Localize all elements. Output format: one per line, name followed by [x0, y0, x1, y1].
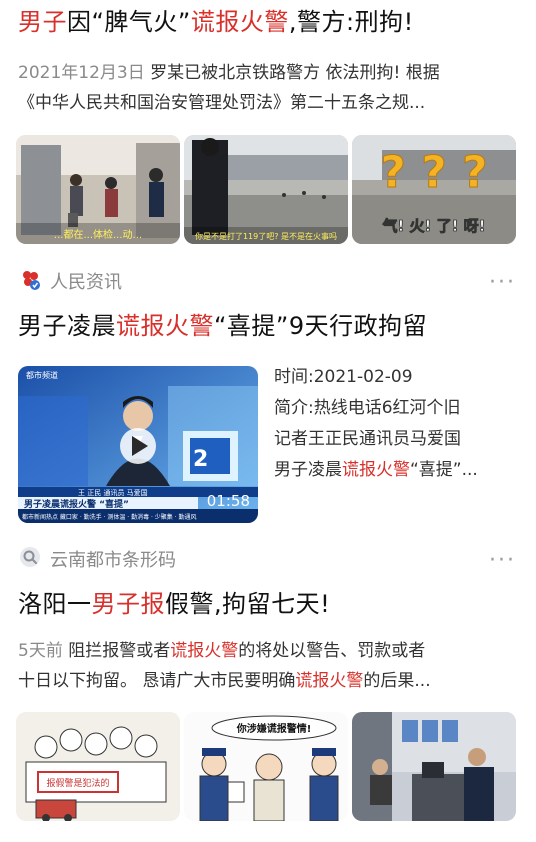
news-title[interactable]: 洛阳一男子报假警,拘留七天! — [18, 588, 523, 620]
protest-sign: 报假警是犯法的 — [46, 777, 109, 789]
thumbnail-row: ...都在...体检...动... 你是不是打了119了吧? 是不是在火事吗 ?… — [16, 135, 516, 244]
speech-bubble: 你涉嫌谎报警情! — [236, 722, 312, 735]
news-title[interactable]: 男子因“脾气火”谎报火警,警方:刑拘! — [18, 6, 523, 38]
video-duration: 01:58 — [207, 492, 250, 510]
source-row[interactable]: 人民资讯 — [18, 268, 122, 294]
news-card-3[interactable]: 云南都市条形码 ··· 洛阳一男子报假警,拘留七天! 5天前 阻拦报警或者谎报火… — [0, 538, 536, 838]
thumbnail-station-square[interactable]: 你是不是打了119了吧? 是不是在火事吗 — [184, 135, 348, 244]
thumbnail-caption: 气! 火! 了! 呀! — [381, 217, 485, 235]
source-name: 人民资讯 — [50, 272, 122, 293]
video-headline: 男子凌晨谎报火警 “喜提” — [24, 498, 129, 510]
title-text: 假警,拘留七天! — [165, 590, 331, 618]
news-title[interactable]: 男子凌晨谎报火警“喜提”9天行政拘留 — [18, 310, 523, 342]
time-label: 时间: — [274, 367, 314, 387]
thumbnail-row: 报假警是犯法的 你涉嫌谎报警情! — [16, 712, 516, 821]
thumbnail-caption: 你是不是打了119了吧? 是不是在火事吗 — [195, 231, 337, 241]
video-thumbnail[interactable]: 都市频道 2 王 正民 通讯员 马爱国 男子凌晨谎报火警 “喜提” 都市新闻热点… — [18, 366, 258, 523]
summary-line: 的后果... — [363, 671, 431, 691]
publish-date: 2021年12月3日 — [18, 63, 145, 83]
title-text: 洛阳一 — [18, 590, 92, 618]
intro-text: 男子凌晨 — [274, 460, 342, 480]
intro-text: 男子凌晨谎报火警“喜提”... — [274, 455, 524, 486]
thumbnail-caption: ...都在...体检...动... — [54, 228, 142, 241]
question-marks: ? ? ? — [380, 147, 487, 198]
summary-line: 罗某已被北京铁路警方 依法刑拘! 根据 — [144, 63, 440, 83]
intro-row: 简介:热线电话6红河个旧 — [274, 393, 524, 424]
news-summary: 2021年12月3日 罗某已被北京铁路警方 依法刑拘! 根据 《中华人民共和国治… — [18, 58, 523, 118]
source-row[interactable]: 云南都市条形码 — [18, 546, 176, 572]
time-row: 时间:2021-02-09 — [274, 362, 524, 393]
title-highlight: 男子报 — [91, 590, 165, 618]
video-ticker: 王 正民 通讯员 马爱国 — [78, 488, 148, 497]
thumbnail-question-marks[interactable]: ? ? ? 气! 火! 了! 呀! — [352, 135, 516, 244]
title-highlight: 男子 — [18, 8, 67, 36]
intro-text: “喜提”... — [410, 460, 478, 480]
thumbnail-cartoon-police[interactable]: 你涉嫌谎报警情! — [184, 712, 348, 821]
summary-line: 十日以下拘留。 恳请广大市民要明确 — [18, 671, 296, 691]
source-logo-icon — [18, 267, 42, 295]
video-corner-number: 2 — [193, 447, 208, 472]
title-text: ,警方:刑拘! — [288, 8, 414, 36]
summary-highlight: 谎报火警 — [295, 671, 364, 691]
intro-highlight: 谎报火警 — [342, 460, 410, 480]
title-text: 男子凌晨 — [18, 312, 116, 340]
summary-highlight: 谎报火警 — [170, 641, 239, 661]
more-options-icon[interactable]: ··· — [489, 272, 516, 294]
summary-line: 《中华人民共和国治安管理处罚法》第二十五条之规... — [18, 93, 426, 113]
news-summary: 5天前 阻拦报警或者谎报火警的将处以警告、罚款或者 十日以下拘留。 恳请广大市民… — [18, 636, 523, 696]
source-name: 云南都市条形码 — [50, 550, 176, 571]
video-bottom-ticker: 都市新闻热点 藏口家 · 勤洗手 · 测体温 · 勤消毒 · 少聚集 · 勤通风 — [22, 513, 197, 521]
title-highlight: 谎报火警 — [116, 312, 214, 340]
news-card-2[interactable]: 人民资讯 ··· 男子凌晨谎报火警“喜提”9天行政拘留 都市频道 2 王 正民 … — [0, 262, 536, 532]
intro-text: 记者王正民通讯员马爱国 — [274, 429, 461, 449]
thumbnail-cartoon-crowd[interactable]: 报假警是犯法的 — [16, 712, 180, 821]
more-options-icon[interactable]: ··· — [489, 550, 516, 572]
video-info: 时间:2021-02-09 简介:热线电话6红河个旧 记者王正民通讯员马爱国 男… — [274, 362, 524, 486]
intro-text: 热线电话6红河个旧 — [313, 398, 461, 418]
publish-date: 5天前 — [18, 641, 63, 661]
time-value: 2021-02-09 — [313, 367, 413, 387]
thumbnail-police-station[interactable] — [352, 712, 516, 821]
title-text: 因“脾气火” — [67, 8, 191, 36]
thumbnail-station-hall[interactable]: ...都在...体检...动... — [16, 135, 180, 244]
intro-label: 简介: — [274, 398, 314, 418]
news-card-1[interactable]: 男子因“脾气火”谎报火警,警方:刑拘! 2021年12月3日 罗某已被北京铁路警… — [0, 0, 536, 250]
video-channel-logo: 都市频道 — [26, 370, 58, 380]
title-text: “喜提”9天行政拘留 — [214, 312, 428, 340]
summary-line: 的将处以警告、罚款或者 — [238, 641, 426, 661]
summary-line: 阻拦报警或者 — [62, 641, 171, 661]
title-highlight: 谎报火警 — [190, 8, 289, 36]
source-logo-icon — [18, 545, 42, 573]
